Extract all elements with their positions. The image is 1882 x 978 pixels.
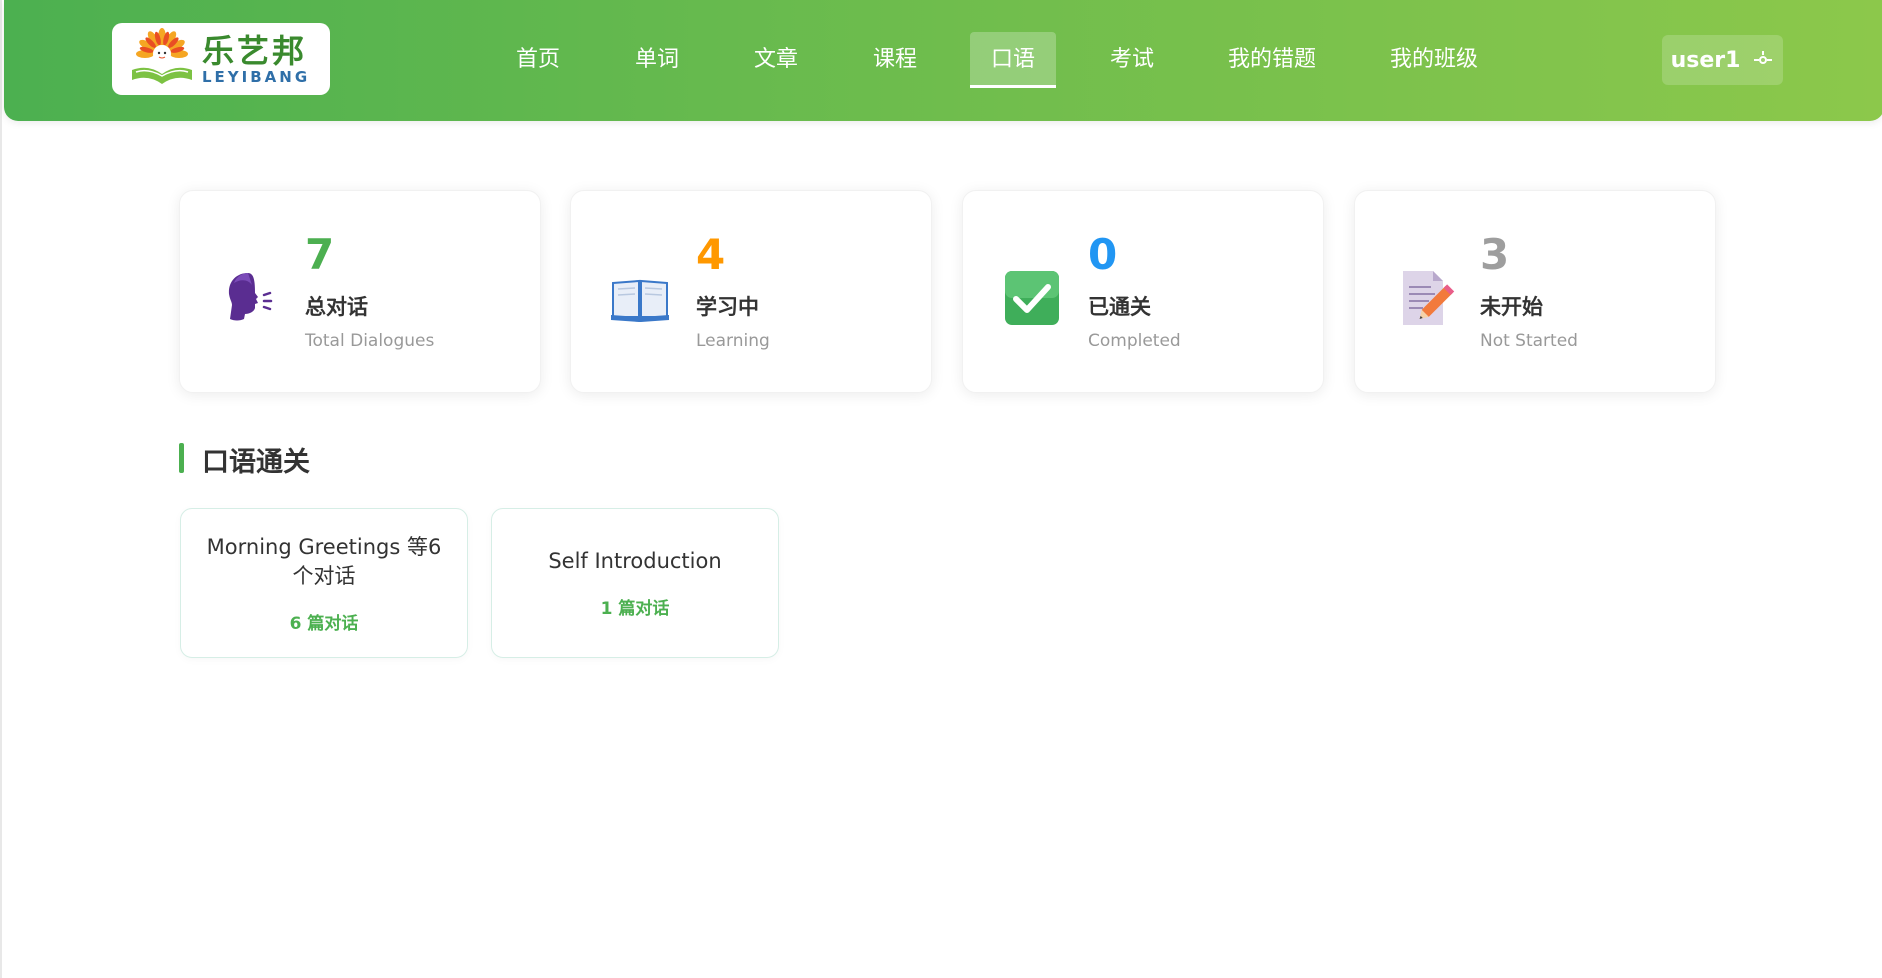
lesson-dialogue-count: 6 篇对话 xyxy=(289,613,359,634)
stat-label: 学习中 xyxy=(696,295,759,319)
open-book-icon xyxy=(611,279,669,322)
page: 乐艺邦 LEYIBANG 首页 单词 文章 课程 口语 考试 我的错题 我的班级… xyxy=(0,0,1882,978)
nav-item-my-class[interactable]: 我的班级 xyxy=(1384,32,1484,88)
lesson-dialogue-count: 1 篇对话 xyxy=(600,599,670,619)
stat-card-learning: 4 学习中 Learning xyxy=(570,190,932,393)
user-menu-button[interactable]: user1 xyxy=(1662,35,1783,85)
lesson-card[interactable]: Self Introduction 1 篇对话 xyxy=(491,508,779,658)
nav-item-articles[interactable]: 文章 xyxy=(748,32,804,88)
nav-item-exams[interactable]: 考试 xyxy=(1104,32,1160,88)
lesson-title: Self Introduction xyxy=(548,549,722,573)
stat-sub-label: Completed xyxy=(1088,331,1181,351)
logout-icon xyxy=(1754,51,1773,64)
username: user1 xyxy=(1670,47,1741,73)
stat-sub-label: Total Dialogues xyxy=(305,331,435,351)
nav-item-home[interactable]: 首页 xyxy=(510,32,566,88)
stat-label: 未开始 xyxy=(1480,295,1543,319)
stat-label: 总对话 xyxy=(305,295,368,319)
lesson-title: Morning Greetings 等6个对话 xyxy=(206,534,442,588)
nav-item-words[interactable]: 单词 xyxy=(629,32,685,88)
nav-item-speaking[interactable]: 口语 xyxy=(970,32,1056,88)
stat-value: 3 xyxy=(1480,230,1510,279)
memo-icon xyxy=(1403,271,1455,325)
section-accent-bar xyxy=(179,443,184,473)
nav-item-mistakes[interactable]: 我的错题 xyxy=(1222,32,1322,88)
top-navbar: 乐艺邦 LEYIBANG 首页 单词 文章 课程 口语 考试 我的错题 我的班级… xyxy=(4,0,1882,121)
lesson-card[interactable]: Morning Greetings 等6个对话 6 篇对话 xyxy=(180,508,468,658)
stat-card-completed: 0 已通关 Completed xyxy=(962,190,1324,393)
stat-card-total: 7 总对话 Total Dialogues xyxy=(179,190,541,393)
stat-label: 已通关 xyxy=(1088,295,1151,319)
section-title: 口语通关 xyxy=(202,447,310,478)
stat-sub-label: Not Started xyxy=(1480,331,1578,351)
stat-sub-label: Learning xyxy=(696,331,770,351)
stat-value: 7 xyxy=(305,230,335,279)
nav-item-courses[interactable]: 课程 xyxy=(867,32,923,88)
stat-card-not-started: 3 未开始 Not Started xyxy=(1354,190,1716,393)
speaking-head-icon xyxy=(228,273,273,321)
check-box-icon xyxy=(1005,271,1059,325)
stat-value: 0 xyxy=(1088,230,1118,279)
main-nav: 首页 单词 文章 课程 口语 考试 我的错题 我的班级 xyxy=(4,0,1882,121)
stat-value: 4 xyxy=(696,230,726,279)
